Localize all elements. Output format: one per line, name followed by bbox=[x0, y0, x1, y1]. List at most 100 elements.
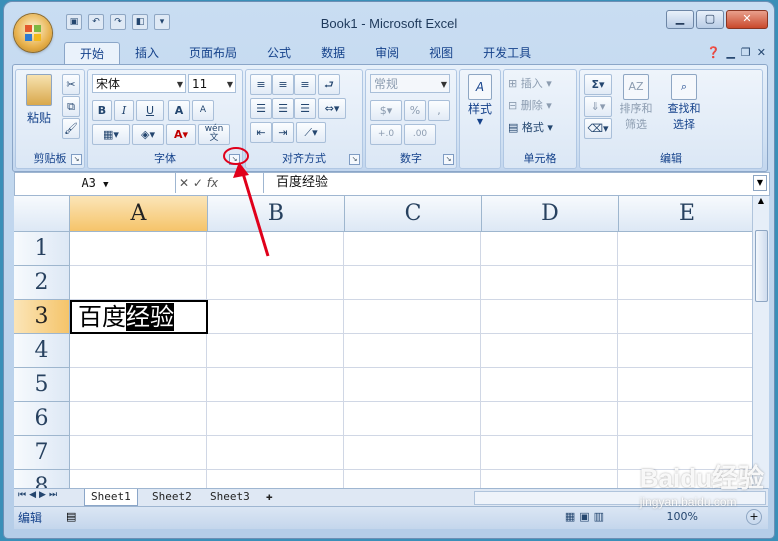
row-header-6[interactable]: 6 bbox=[14, 402, 70, 436]
column-header-a[interactable]: A bbox=[70, 196, 208, 232]
fill-color-icon[interactable]: ◈▾ bbox=[132, 124, 164, 145]
workbook-restore-icon[interactable]: ❐ bbox=[741, 46, 751, 59]
name-box-value: A3 bbox=[81, 176, 96, 190]
align-bottom-icon[interactable]: ≡ bbox=[294, 74, 316, 95]
shrink-font-button[interactable]: A bbox=[192, 100, 214, 121]
decrease-decimal-icon[interactable]: .00 bbox=[404, 124, 436, 145]
window-title: Book1 - Microsoft Excel bbox=[320, 16, 458, 31]
font-name-combo[interactable]: 宋体 ▼ bbox=[92, 74, 186, 93]
vertical-scrollbar[interactable]: ▲ bbox=[752, 196, 769, 488]
tab-home[interactable]: 开始 bbox=[64, 42, 121, 65]
tab-insert[interactable]: 插入 bbox=[120, 42, 174, 64]
office-button[interactable] bbox=[14, 14, 52, 52]
macro-record-icon[interactable]: ▤ bbox=[66, 510, 76, 523]
font-dialog-launcher[interactable]: ↘ bbox=[229, 154, 240, 165]
italic-button[interactable]: I bbox=[114, 100, 134, 121]
increase-indent-icon[interactable]: ⇥ bbox=[272, 122, 294, 143]
row-header-1[interactable]: 1 bbox=[14, 232, 70, 266]
active-cell-a3[interactable]: 百度经验 bbox=[70, 300, 208, 334]
number-format-combo[interactable]: 常规 ▼ bbox=[370, 74, 450, 93]
underline-button[interactable]: U bbox=[136, 100, 164, 121]
workbook-close-icon[interactable]: ✕ bbox=[757, 46, 766, 59]
wrap-text-icon[interactable]: ⮐ bbox=[318, 74, 340, 95]
row-header-5[interactable]: 5 bbox=[14, 368, 70, 402]
name-box[interactable]: A3 ▼ bbox=[15, 173, 176, 193]
tab-developer[interactable]: 开发工具 bbox=[468, 42, 546, 64]
minimize-button[interactable]: ▁ bbox=[666, 10, 694, 29]
help-icon[interactable]: ❓ bbox=[707, 46, 721, 59]
styles-button[interactable]: A 样式 ▼ bbox=[462, 74, 498, 126]
align-center-icon[interactable]: ☰ bbox=[272, 98, 294, 119]
column-header-d[interactable]: D bbox=[482, 196, 619, 232]
tab-view[interactable]: 视图 bbox=[414, 42, 468, 64]
row-header-2[interactable]: 2 bbox=[14, 266, 70, 300]
sheet-tab-2[interactable]: Sheet2 bbox=[146, 489, 198, 505]
ribbon-tabs: 开始 插入 页面布局 公式 数据 审阅 视图 开发工具 bbox=[64, 42, 546, 65]
close-button[interactable]: ✕ bbox=[726, 10, 768, 29]
autosum-button[interactable]: Σ▾ bbox=[584, 74, 612, 95]
merge-center-icon[interactable]: ⇔▾ bbox=[318, 98, 346, 119]
align-top-icon[interactable]: ≡ bbox=[250, 74, 272, 95]
paste-button[interactable]: 粘贴 bbox=[20, 74, 58, 126]
tab-formulas[interactable]: 公式 bbox=[252, 42, 306, 64]
font-name-value: 宋体 bbox=[96, 77, 121, 91]
select-all-corner[interactable] bbox=[14, 196, 70, 232]
view-buttons[interactable]: ▦▣▥ bbox=[565, 510, 608, 523]
tab-review[interactable]: 审阅 bbox=[360, 42, 414, 64]
phonetic-guide-button[interactable]: wén 文 bbox=[198, 124, 230, 145]
delete-cells-button[interactable]: ⊟ 删除 ▾ bbox=[508, 96, 570, 115]
number-dialog-launcher[interactable]: ↘ bbox=[443, 154, 454, 165]
format-cells-button[interactable]: ▤ 格式 ▾ bbox=[508, 118, 570, 137]
borders-icon[interactable]: ▦▾ bbox=[92, 124, 130, 145]
scroll-up-icon[interactable]: ▲ bbox=[753, 196, 769, 205]
alignment-dialog-launcher[interactable]: ↘ bbox=[349, 154, 360, 165]
zoom-level[interactable]: 100% bbox=[667, 510, 698, 523]
grow-font-button[interactable]: A bbox=[168, 100, 190, 121]
align-left-icon[interactable]: ☰ bbox=[250, 98, 272, 119]
clear-icon[interactable]: ⌫▾ bbox=[584, 118, 612, 139]
cell-area[interactable] bbox=[70, 232, 752, 488]
increase-decimal-icon[interactable]: +.0 bbox=[370, 124, 402, 145]
tab-page-layout[interactable]: 页面布局 bbox=[174, 42, 252, 64]
sheet-tab-1[interactable]: Sheet1 bbox=[84, 489, 138, 506]
format-painter-icon[interactable]: 🖌 bbox=[62, 118, 80, 139]
fill-icon[interactable]: ⇓▾ bbox=[584, 96, 612, 117]
find-select-button[interactable]: ⌕ 查找和 选择 bbox=[662, 74, 706, 132]
sheet-tab-3[interactable]: Sheet3 bbox=[204, 489, 256, 505]
row-header-4[interactable]: 4 bbox=[14, 334, 70, 368]
workbook-minimize-icon[interactable]: ▁ bbox=[726, 46, 734, 59]
font-size-combo[interactable]: 11 ▼ bbox=[188, 74, 236, 93]
vertical-scroll-thumb[interactable] bbox=[755, 230, 768, 302]
row-header-8[interactable]: 8 bbox=[14, 470, 70, 488]
orientation-icon[interactable]: ⟋▾ bbox=[296, 122, 326, 143]
currency-icon[interactable]: $▾ bbox=[370, 100, 402, 121]
tab-data[interactable]: 数据 bbox=[306, 42, 360, 64]
column-header-c[interactable]: C bbox=[345, 196, 482, 232]
column-header-e[interactable]: E bbox=[619, 196, 752, 232]
formula-input[interactable]: 百度经验 bbox=[263, 173, 328, 193]
enter-icon[interactable]: ✓ bbox=[193, 176, 203, 190]
align-right-icon[interactable]: ☰ bbox=[294, 98, 316, 119]
column-header-b[interactable]: B bbox=[208, 196, 345, 232]
sheet-nav-icons[interactable]: ⏮◀▶⏭ bbox=[18, 490, 60, 500]
row-header-7[interactable]: 7 bbox=[14, 436, 70, 470]
comma-button[interactable]: , bbox=[428, 100, 450, 121]
cut-icon[interactable]: ✂ bbox=[62, 74, 80, 95]
align-middle-icon[interactable]: ≡ bbox=[272, 74, 294, 95]
decrease-indent-icon[interactable]: ⇤ bbox=[250, 122, 272, 143]
insert-sheet-icon[interactable]: ✚ bbox=[260, 489, 279, 505]
expand-formula-bar-icon[interactable]: ▼ bbox=[753, 175, 767, 191]
sort-filter-button[interactable]: AZ 排序和 筛选 bbox=[614, 74, 658, 132]
maximize-button[interactable]: ▢ bbox=[696, 10, 724, 29]
font-color-button[interactable]: A▾ bbox=[166, 124, 196, 145]
copy-icon[interactable]: ⧉ bbox=[62, 96, 80, 117]
insert-cells-button[interactable]: ⊞ 插入 ▾ bbox=[508, 74, 570, 93]
cancel-icon[interactable]: ✕ bbox=[179, 176, 189, 190]
clipboard-dialog-launcher[interactable]: ↘ bbox=[71, 154, 82, 165]
chevron-down-icon: ▼ bbox=[476, 117, 484, 126]
insert-function-button[interactable]: fx bbox=[207, 176, 218, 190]
bold-button[interactable]: B bbox=[92, 100, 112, 121]
zoom-in-icon[interactable]: + bbox=[746, 509, 762, 525]
row-header-3[interactable]: 3 bbox=[14, 300, 70, 334]
percent-button[interactable]: % bbox=[404, 100, 426, 121]
